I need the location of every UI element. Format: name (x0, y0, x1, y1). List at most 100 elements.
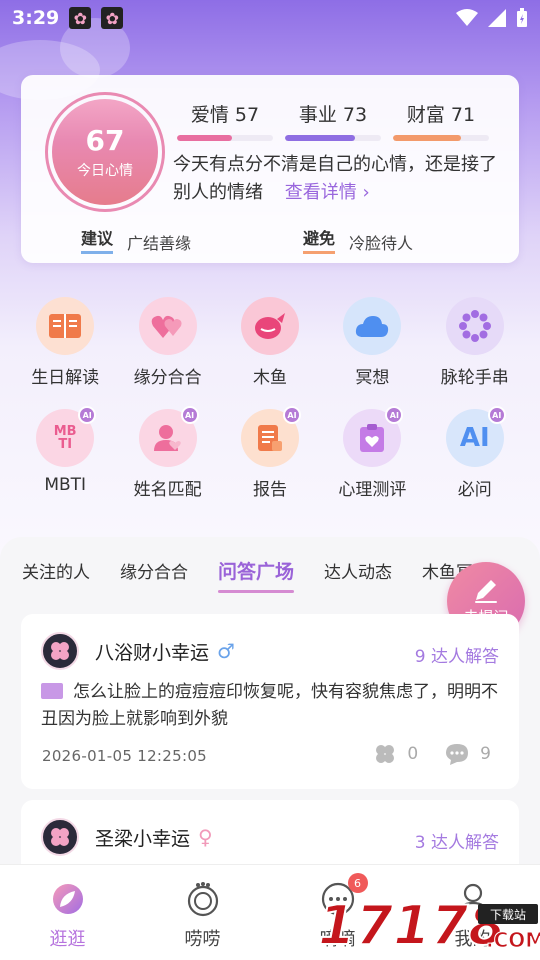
mbti-icon: MB TI AI (36, 406, 97, 467)
view-details-link[interactable]: 查看详情 › (285, 182, 370, 203)
pencil-icon (475, 579, 497, 603)
tab-following[interactable]: 关注的人 (22, 558, 90, 583)
female-icon: ♀ (198, 825, 213, 849)
avatar[interactable] (41, 818, 79, 856)
feature-wooden-fish[interactable]: 木鱼 (219, 297, 321, 388)
tab-qa-square[interactable]: 问答广场 (218, 557, 295, 593)
watermark-domain: .COM (485, 928, 540, 953)
status-bar: 3:29 ✿ ✿ (0, 0, 540, 36)
stat-value: 73 (342, 104, 368, 126)
stat-label: 爱情 (190, 104, 229, 126)
hearts-icon (138, 297, 197, 355)
stat-bar (177, 135, 232, 141)
unread-badge: 6 (347, 873, 368, 893)
post-username[interactable]: 圣梁小幸运 (95, 824, 190, 851)
stat-value: 57 (234, 104, 260, 126)
clover-icon (51, 642, 69, 660)
compass-leaf-icon (50, 881, 86, 917)
tab-expert-feed[interactable]: 达人动态 (324, 558, 392, 583)
stat-label: 财富 (406, 104, 445, 126)
nav-browse[interactable]: 逛逛 (0, 865, 135, 960)
battery-icon (517, 8, 527, 27)
suggest-row: 建议 广结善缘 (81, 230, 191, 254)
male-icon: ♂ (217, 639, 235, 663)
expert-answer-count[interactable]: 9 达人解答 (415, 642, 499, 667)
feature-grid-row-2: MB TI AI MBTI AI 姓名匹配 AI 报告 AI 心理测评 AI A… (14, 406, 526, 500)
book-icon (36, 297, 95, 355)
feature-mbti[interactable]: MB TI AI MBTI (14, 406, 116, 500)
watermark-download: 下载站 (478, 904, 538, 924)
comment-count: 9 (480, 744, 491, 764)
chat-bubble-icon (185, 881, 221, 917)
tab-match[interactable]: 缘分合合 (120, 558, 188, 583)
ai-badge: AI (180, 406, 199, 424)
feature-label: 姓名匹配 (133, 480, 202, 500)
clipboard-heart-icon: AI (343, 406, 404, 467)
mbti-glyph: MB TI (53, 424, 77, 452)
feature-ai-ask[interactable]: AI AI 必问 (424, 406, 526, 500)
post-stats: 0 9 (373, 742, 491, 766)
name-match-icon: AI (138, 406, 199, 467)
cloud-icon (343, 297, 402, 355)
nav-label: 逛逛 (49, 929, 86, 950)
feature-name-match[interactable]: AI 姓名匹配 (116, 406, 218, 500)
ai-ask-icon: AI AI (445, 406, 506, 467)
stat-bar (393, 135, 462, 141)
feature-label: 生日解读 (31, 368, 100, 388)
feature-match[interactable]: 缘分合合 (116, 297, 218, 388)
ai-badge: AI (282, 406, 301, 424)
stat-love: 爱情 57 (177, 100, 273, 141)
report-icon: AI (240, 406, 301, 467)
feature-meditation[interactable]: 冥想 (321, 297, 423, 388)
suggest-value: 广结善缘 (127, 234, 192, 253)
feature-birthday[interactable]: 生日解读 (14, 297, 116, 388)
site-watermark: 17178 下载站 .COM (317, 893, 540, 960)
feature-bracelet[interactable]: 脉轮手串 (424, 297, 526, 388)
qa-post-card[interactable]: 八浴财小幸运 ♂ 9 达人解答 怎么让脸上的痘痘痘印恢复呢，快有容貌焦虑了，明明… (21, 614, 519, 789)
feature-label: 心理测评 (338, 480, 407, 500)
wooden-fish-icon (240, 297, 299, 355)
comment-icon[interactable] (444, 742, 470, 766)
nav-chat[interactable]: 唠唠 (135, 865, 270, 960)
feature-report[interactable]: AI 报告 (219, 406, 321, 500)
wifi-icon (456, 9, 478, 26)
avatar[interactable] (41, 632, 79, 670)
post-timestamp: 2026-01-05 12:25:05 (42, 747, 208, 765)
feature-label: 脉轮手串 (440, 368, 509, 388)
mood-score-label: 今日心情 (77, 162, 133, 179)
feature-grid-row-1: 生日解读 缘分合合 木鱼 冥想 脉轮手串 (14, 297, 526, 388)
expert-answer-count[interactable]: 3 达人解答 (415, 828, 499, 853)
avoid-value: 冷脸待人 (349, 234, 414, 253)
clover-like-icon[interactable] (373, 742, 397, 766)
ai-badge: AI (78, 406, 97, 424)
feature-label: 冥想 (355, 368, 390, 388)
status-time: 3:29 (12, 7, 60, 29)
mood-score: 67 (85, 124, 125, 158)
post-username[interactable]: 八浴财小幸运 (95, 638, 209, 665)
feature-label: MBTI (44, 475, 87, 495)
app-notification-icon: ✿ (69, 7, 92, 29)
clover-icon (51, 828, 69, 846)
folder-icon (41, 683, 63, 699)
feature-label: 必问 (457, 480, 492, 500)
post-question: 怎么让脸上的痘痘痘印恢复呢，快有容貌焦虑了，明明不丑因为脸上就影响到外貌 (41, 679, 501, 733)
mood-score-ring: 67 今日心情 (45, 92, 165, 212)
feature-label: 缘分合合 (133, 368, 202, 388)
stat-bar (285, 135, 356, 141)
ai-badge: AI (487, 406, 506, 424)
app-notification-icon: ✿ (101, 7, 124, 29)
question-text: 怎么让脸上的痘痘痘印恢复呢，快有容貌焦虑了，明明不丑因为脸上就影响到外貌 (41, 682, 498, 729)
fortune-stats: 爱情 57 事业 73 财富 71 (177, 100, 489, 141)
stat-career: 事业 73 (285, 100, 381, 141)
avoid-key: 避免 (303, 230, 336, 254)
watermark-number: 17178 (317, 893, 507, 958)
daily-fortune-card[interactable]: 67 今日心情 爱情 57 事业 73 财富 71 今天有点分不清是自己的心情，还是接… (21, 75, 519, 263)
feature-label: 报告 (252, 480, 287, 500)
feature-label: 木鱼 (252, 368, 287, 388)
ai-glyph: AI (459, 423, 490, 453)
suggest-key: 建议 (81, 230, 114, 254)
feature-psych-test[interactable]: AI 心理测评 (321, 406, 423, 500)
post-header: 圣梁小幸运 ♀ (41, 818, 213, 856)
fortune-description: 今天有点分不清是自己的心情，还是接了别人的情绪 查看详情 › (173, 151, 503, 207)
post-header: 八浴财小幸运 ♂ (41, 632, 235, 670)
